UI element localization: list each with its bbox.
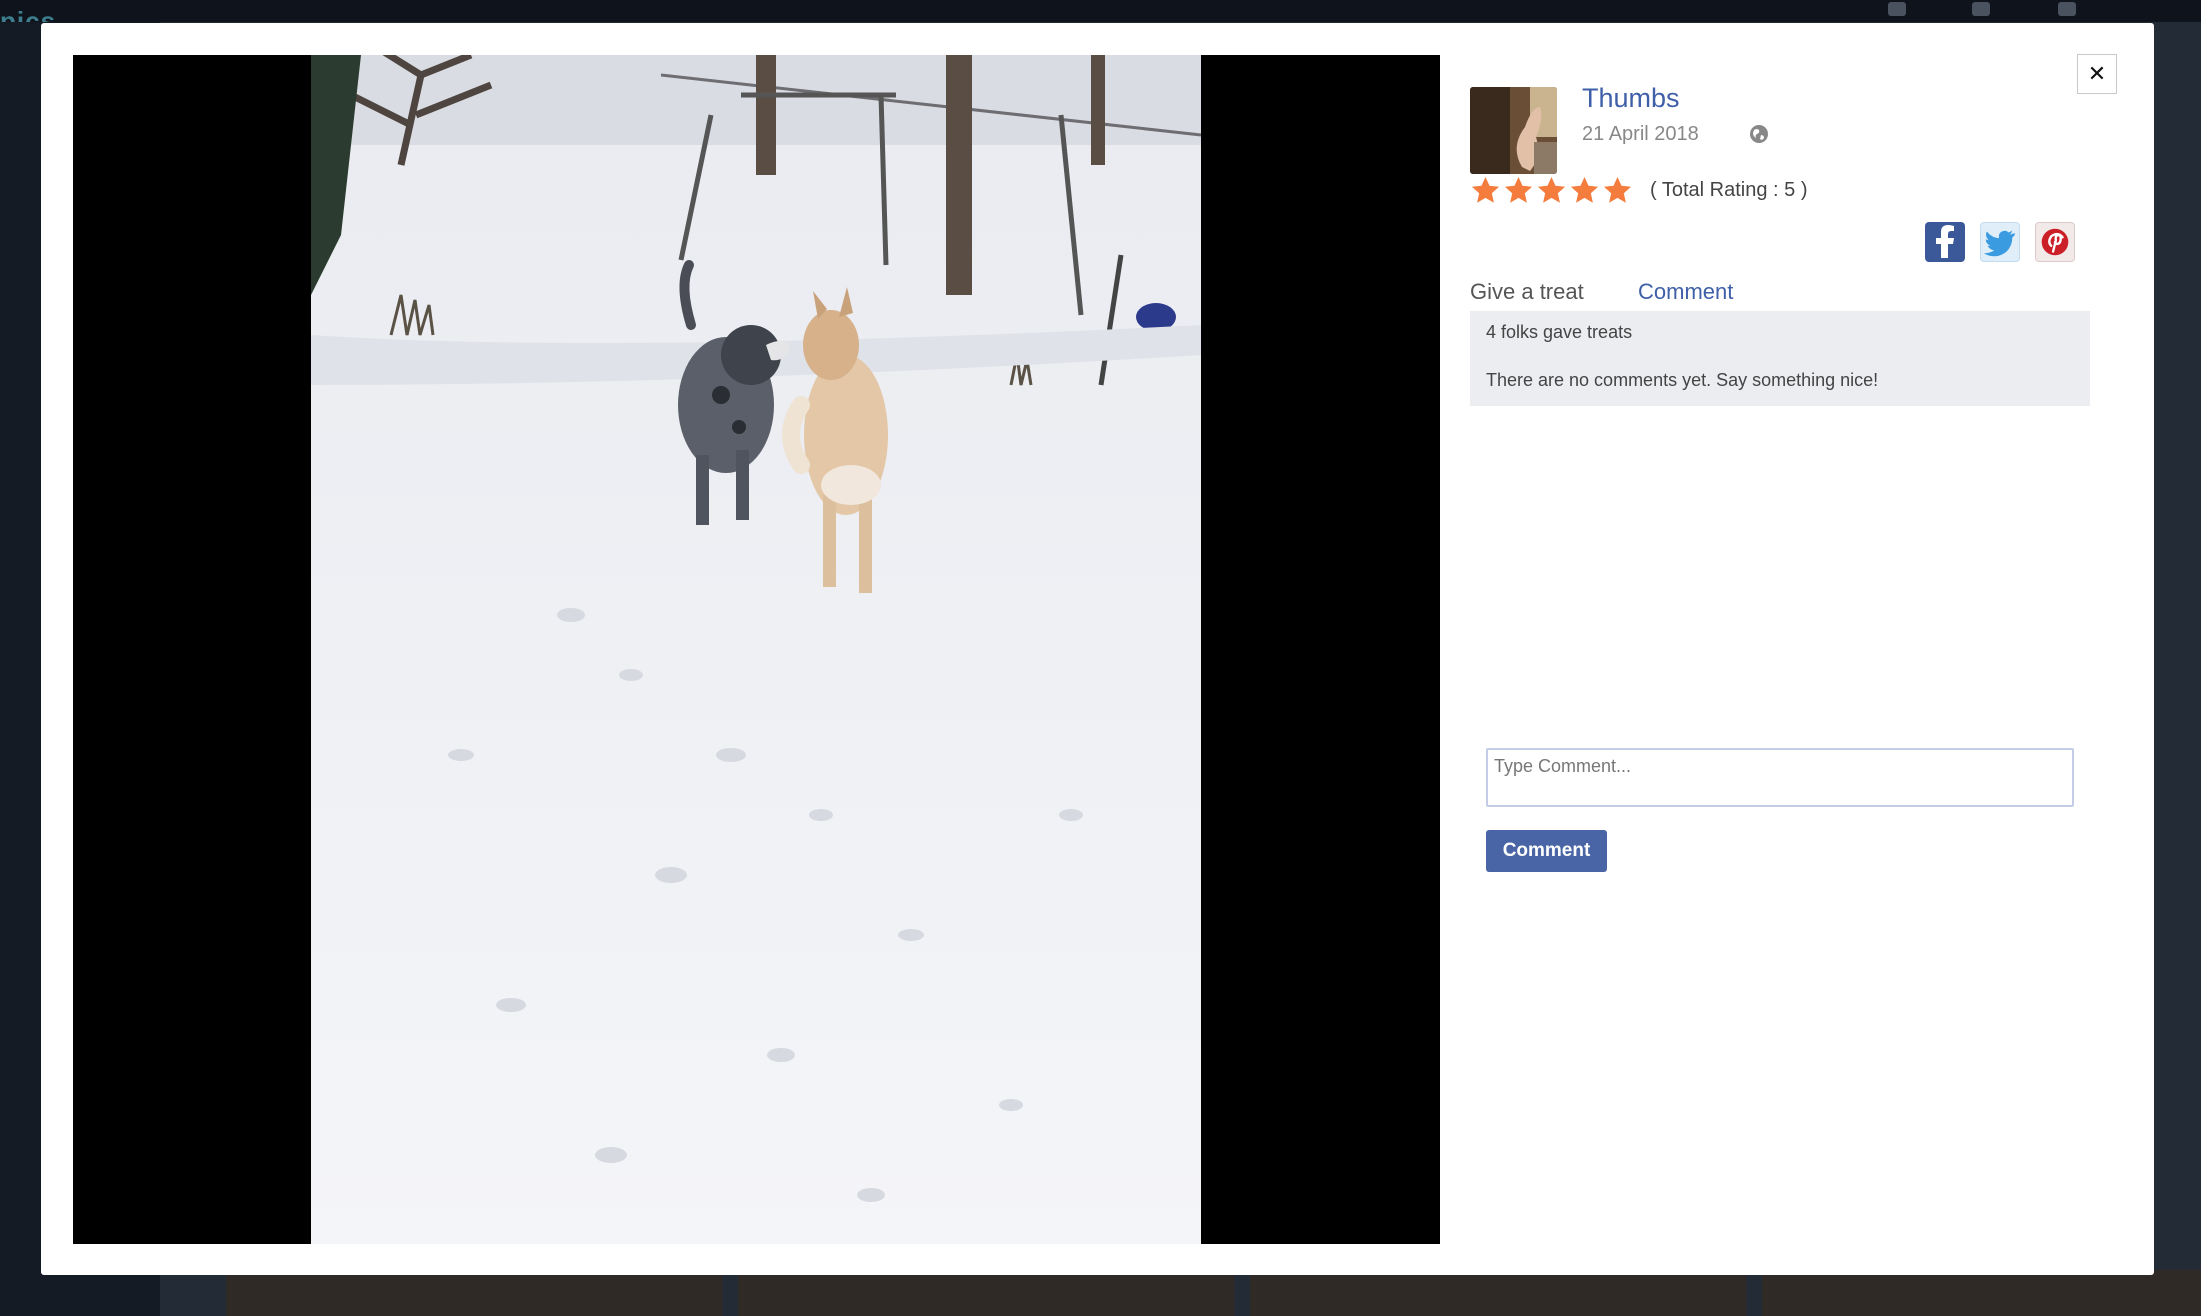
treats-count-text: 4 folks gave treats — [1486, 322, 1633, 342]
background-thumbnail — [1762, 1270, 2201, 1316]
total-rating-text: ( Total Rating : 5 ) — [1650, 179, 1808, 201]
background-thumbnail — [226, 1270, 722, 1316]
post-date: 21 April 2018 — [1582, 123, 1699, 145]
background-bell-icon — [1972, 2, 1990, 16]
photo-modal: ✕ Thumbs 21 April 2018 ( Total Rating : … — [41, 23, 2154, 1275]
tab-give-treat[interactable]: Give a treat — [1470, 279, 1584, 305]
star-icon[interactable] — [1470, 175, 1501, 206]
background-thumbnail — [738, 1270, 1234, 1316]
post-details-panel: Thumbs 21 April 2018 ( Total Rating : 5 … — [1470, 23, 2140, 1275]
comment-submit-button[interactable]: Comment — [1486, 830, 1607, 872]
owner-avatar[interactable] — [1470, 87, 1557, 174]
photo-viewer — [73, 55, 1440, 1244]
comment-input[interactable] — [1486, 748, 2074, 807]
background-mail-icon — [2058, 2, 2076, 16]
background-topbar: pics — [0, 0, 2201, 36]
twitter-share-icon[interactable] — [1980, 222, 2020, 262]
background-user-icon — [1888, 2, 1906, 16]
tab-comment[interactable]: Comment — [1638, 279, 1733, 305]
no-comments-text: There are no comments yet. Say something… — [1486, 370, 1879, 390]
owner-name-link[interactable]: Thumbs — [1582, 83, 1680, 114]
dog-photo[interactable] — [311, 55, 1201, 1244]
background-thumbnail — [1250, 1270, 1746, 1316]
facebook-share-icon[interactable] — [1925, 222, 1965, 262]
rating-stars[interactable] — [1470, 175, 1633, 206]
star-icon[interactable] — [1569, 175, 1600, 206]
star-icon[interactable] — [1503, 175, 1534, 206]
pinterest-share-icon[interactable] — [2035, 222, 2075, 262]
feedback-box: 4 folks gave treats There are no comment… — [1470, 311, 2090, 406]
star-icon[interactable] — [1536, 175, 1567, 206]
public-globe-icon — [1750, 125, 1768, 143]
star-icon[interactable] — [1602, 175, 1633, 206]
